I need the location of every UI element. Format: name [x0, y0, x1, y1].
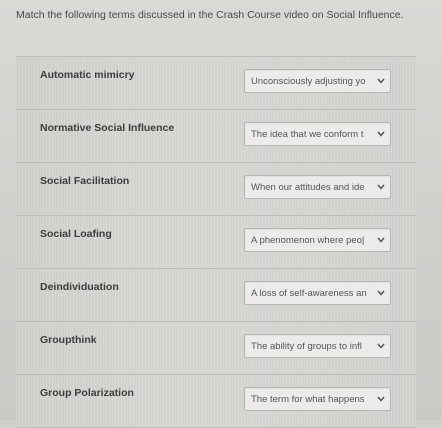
- quiz-page: Match the following terms discussed in t…: [0, 0, 442, 428]
- match-row-automatic-mimicry: Automatic mimicry Unconsciously adjustin…: [16, 57, 416, 110]
- chevron-down-icon: [376, 129, 386, 139]
- answer-dropdown[interactable]: The term for what happens: [244, 387, 391, 411]
- dropdown-selected-value: A loss of self-awareness an: [251, 287, 367, 299]
- answer-dropdown[interactable]: The ability of groups to infl: [244, 334, 391, 358]
- dropdown-selected-value: A phenomenon where peo|: [251, 234, 365, 246]
- answer-dropdown[interactable]: Unconsciously adjusting yo: [244, 69, 391, 93]
- chevron-down-icon: [376, 341, 386, 351]
- chevron-down-icon: [376, 288, 386, 298]
- matching-table: Automatic mimicry Unconsciously adjustin…: [16, 56, 416, 428]
- chevron-down-icon: [376, 182, 386, 192]
- answer-dropdown[interactable]: A loss of self-awareness an: [244, 281, 391, 305]
- term-label: Normative Social Influence: [40, 122, 175, 134]
- match-row-groupthink: Groupthink The ability of groups to infl: [16, 322, 416, 375]
- chevron-down-icon: [376, 235, 386, 245]
- chevron-down-icon: [376, 76, 386, 86]
- dropdown-selected-value: The term for what happens: [251, 393, 365, 405]
- term-label: Social Loafing: [40, 228, 112, 240]
- answer-dropdown[interactable]: A phenomenon where peo|: [244, 228, 391, 252]
- question-instructions: Match the following terms discussed in t…: [16, 9, 404, 21]
- dropdown-selected-value: When our attitudes and ide: [251, 181, 365, 193]
- match-row-social-facilitation: Social Facilitation When our attitudes a…: [16, 163, 416, 216]
- term-label: Social Facilitation: [40, 175, 130, 187]
- match-row-social-loafing: Social Loafing A phenomenon where peo|: [16, 216, 416, 269]
- term-label: Deindividuation: [40, 281, 119, 293]
- answer-dropdown[interactable]: When our attitudes and ide: [244, 175, 391, 199]
- match-row-group-polarization: Group Polarization The term for what hap…: [16, 375, 416, 428]
- term-label: Groupthink: [40, 334, 97, 346]
- chevron-down-icon: [376, 394, 386, 404]
- match-row-normative-social-influence: Normative Social Influence The idea that…: [16, 110, 416, 163]
- dropdown-selected-value: Unconsciously adjusting yo: [251, 75, 366, 87]
- term-label: Group Polarization: [40, 387, 134, 399]
- dropdown-selected-value: The ability of groups to infl: [251, 340, 362, 352]
- term-label: Automatic mimicry: [40, 69, 135, 81]
- dropdown-selected-value: The idea that we conform t: [251, 128, 364, 140]
- match-row-deindividuation: Deindividuation A loss of self-awareness…: [16, 269, 416, 322]
- answer-dropdown[interactable]: The idea that we conform t: [244, 122, 391, 146]
